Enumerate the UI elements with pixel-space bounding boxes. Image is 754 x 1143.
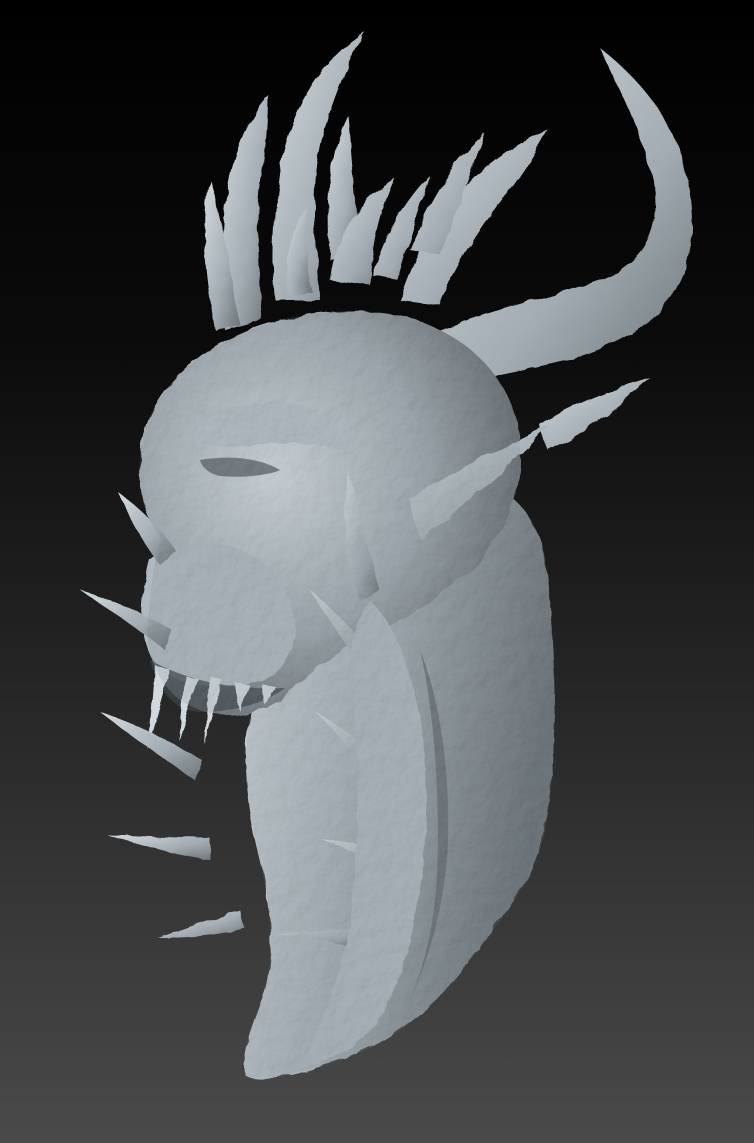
dragon-sculpt-image [80, 32, 693, 1079]
crest-spikes [204, 32, 548, 330]
surface-texture [139, 311, 555, 1079]
sculpt-viewport [0, 0, 754, 1143]
